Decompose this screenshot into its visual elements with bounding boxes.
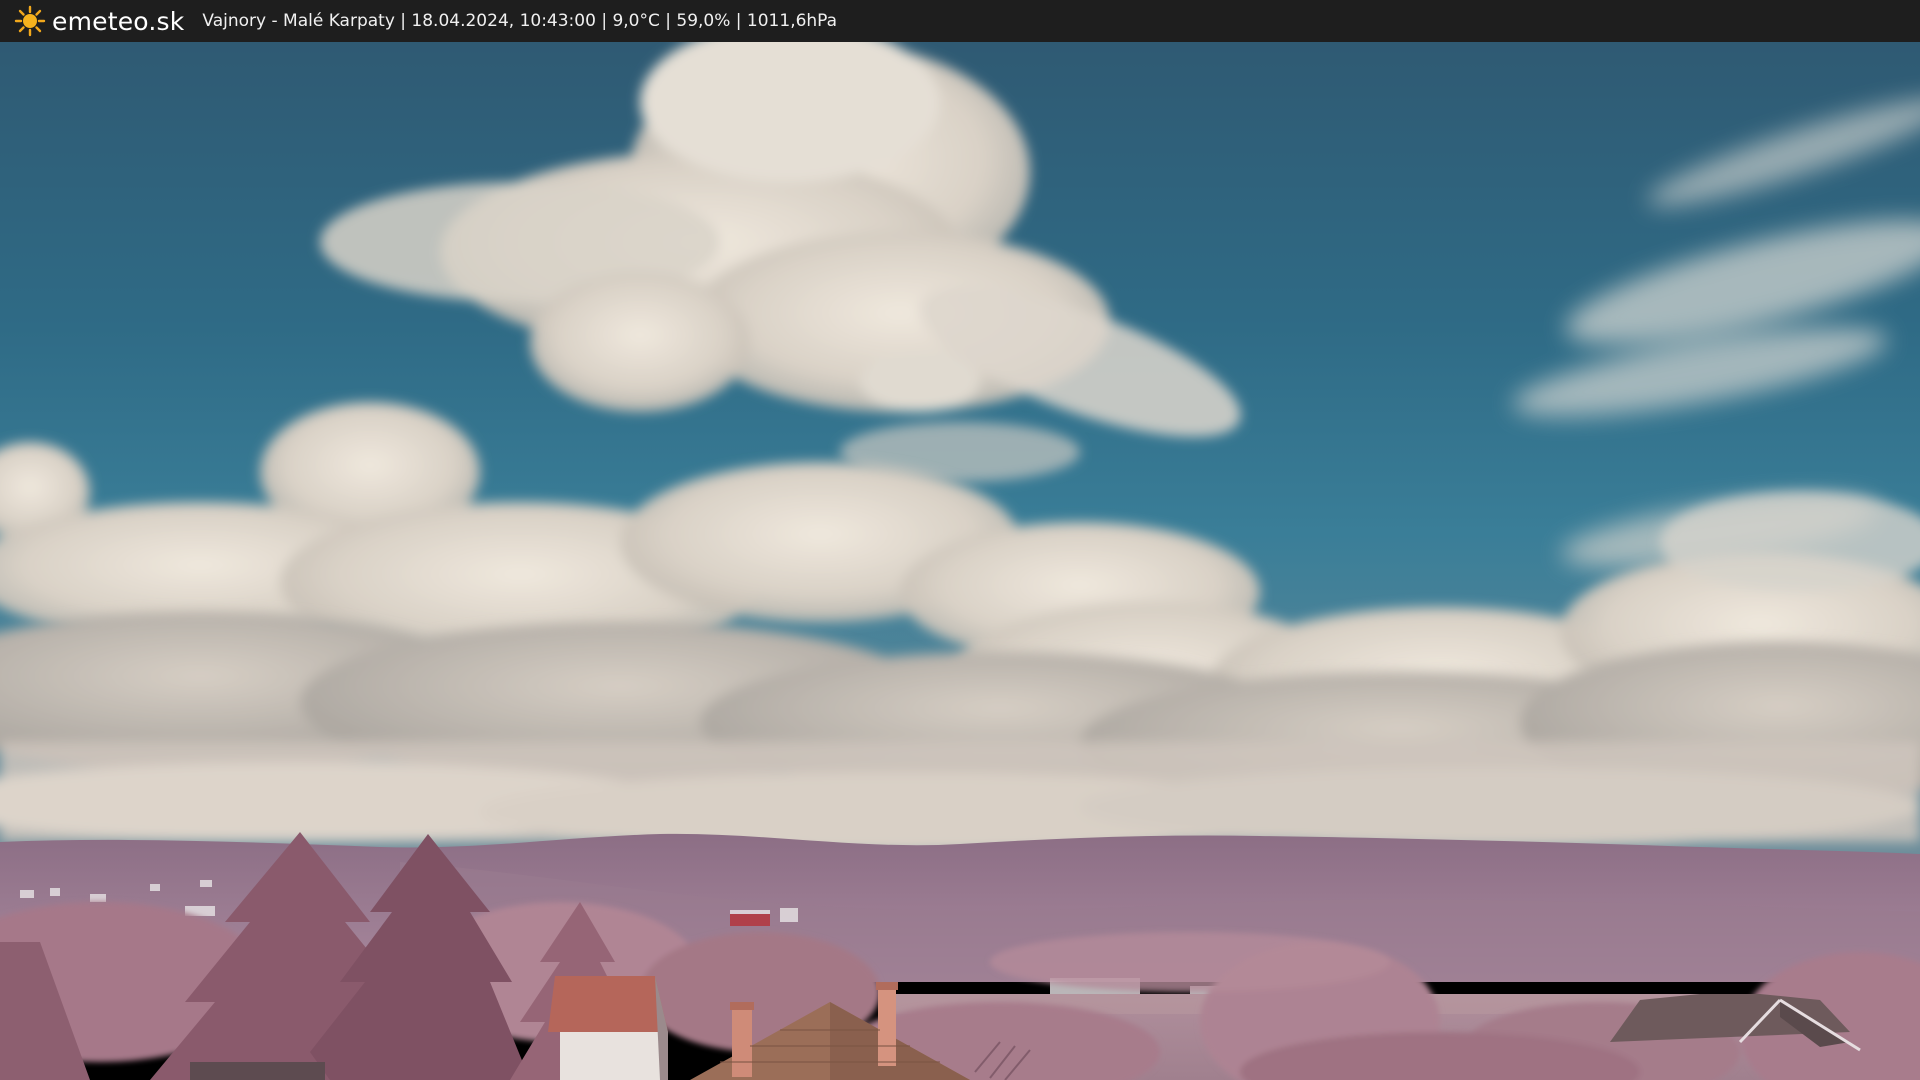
station-info: Vajnory - Malé Karpaty | 18.04.2024, 10:… [202, 11, 838, 31]
shed [190, 1062, 325, 1080]
logo[interactable]: emeteo.sk [14, 5, 184, 37]
sun-icon [14, 5, 46, 37]
house-left [548, 976, 668, 1080]
webcam-frame: emeteo.sk Vajnory - Malé Karpaty | 18.04… [0, 0, 1920, 1080]
brand-name: emeteo.sk [52, 6, 185, 36]
webcam-image [0, 42, 1920, 1080]
header-bar: emeteo.sk Vajnory - Malé Karpaty | 18.04… [0, 0, 1920, 42]
red-building [730, 914, 770, 926]
